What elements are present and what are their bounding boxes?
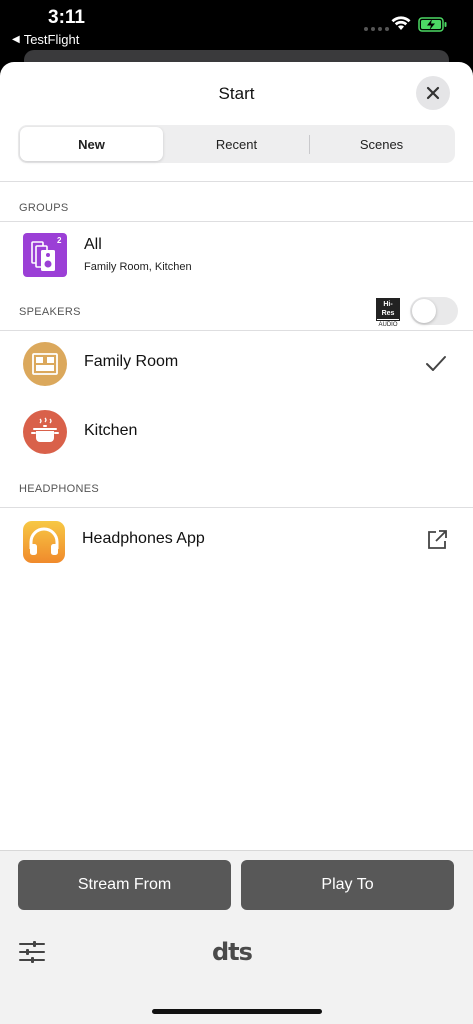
bottom-bar: Stream From Play To dts [0,850,473,1024]
sofa-icon [23,342,67,386]
svg-text:2: 2 [57,236,62,245]
group-all-title: All [84,236,102,253]
hires-toggle[interactable] [410,297,458,325]
close-button[interactable] [416,76,450,110]
wifi-icon [391,16,411,30]
dts-logo: dts [212,938,253,966]
close-icon [426,86,440,100]
divider [0,507,473,508]
hires-badge-top: Hi-Res [377,299,399,319]
headphones-header: HEADPHONES [19,483,100,495]
play-to-button[interactable]: Play To [241,860,454,910]
groups-header: GROUPS [19,202,69,214]
cooking-pot-icon [23,410,67,454]
toggle-knob [412,299,436,323]
hires-audio-badge: Hi-Res AUDIO [376,298,400,328]
back-app-label: TestFlight [23,32,80,47]
stream-from-button[interactable]: Stream From [18,860,231,910]
speaker-group-icon: 2 [23,233,67,277]
back-to-app-link[interactable]: ◀ TestFlight [12,32,79,47]
headphones-app-title: Headphones App [82,530,205,547]
external-link-icon [428,530,447,549]
speaker-kitchen-title: Kitchen [84,422,138,439]
sheet-title: Start [218,84,255,103]
back-triangle-icon: ◀ [12,34,20,45]
divider [0,330,473,331]
home-indicator [152,1009,322,1014]
headphones-icon [23,521,65,563]
tab-scenes[interactable]: Scenes [310,127,453,161]
start-tabs: New Recent Scenes [18,125,455,163]
group-all-subtitle: Family Room, Kitchen [84,261,192,273]
divider [0,181,473,182]
checkmark-icon [426,356,446,371]
tab-recent[interactable]: Recent [165,127,308,161]
equalizer-settings-icon[interactable] [18,938,46,966]
status-time: 3:11 [48,7,85,28]
start-sheet: Start New Recent Scenes GROUPS 2 All Fam… [0,62,473,1024]
battery-charging-icon [418,17,447,32]
tab-new[interactable]: New [20,127,163,161]
speakers-header: SPEAKERS [19,306,81,318]
status-bar: 3:11 ◀ TestFlight [0,0,473,70]
speaker-family-room-title: Family Room [84,353,179,370]
hires-badge-bottom: AUDIO [378,322,398,328]
divider [0,221,473,222]
cellular-signal-icon [364,27,389,31]
